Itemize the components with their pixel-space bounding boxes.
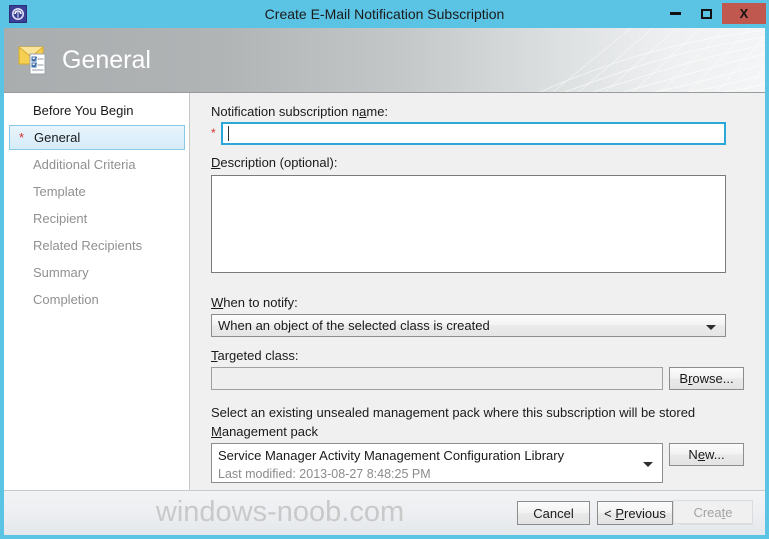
sidebar-item-recipient[interactable]: Recipient	[9, 206, 185, 231]
general-step-panel: Notification subscription name: * Descri…	[191, 93, 765, 490]
notification-name-label: Notification subscription name:	[211, 104, 389, 119]
management-pack-value: Service Manager Activity Management Conf…	[218, 448, 565, 463]
banner-mesh-decoration	[539, 28, 765, 92]
sidebar-item-general[interactable]: * General	[9, 125, 185, 150]
sidebar-item-additional-criteria[interactable]: Additional Criteria	[9, 152, 185, 177]
page-title: General	[62, 46, 151, 74]
cancel-button[interactable]: Cancel	[517, 501, 590, 525]
sidebar-item-related-recipients[interactable]: Related Recipients	[9, 233, 185, 258]
sidebar-item-summary[interactable]: Summary	[9, 260, 185, 285]
sidebar-item-label: Summary	[33, 265, 89, 280]
targeted-class-input[interactable]	[211, 367, 663, 390]
minimize-button[interactable]	[660, 3, 691, 24]
management-pack-dropdown[interactable]: Service Manager Activity Management Conf…	[211, 443, 663, 483]
create-button[interactable]: Create	[673, 500, 753, 524]
when-to-notify-label: When to notify:	[211, 295, 298, 310]
sidebar-item-label: Completion	[33, 292, 99, 307]
previous-button[interactable]: < Previous	[597, 501, 673, 525]
sidebar-item-label: Related Recipients	[33, 238, 143, 253]
sidebar-item-completion[interactable]: Completion	[9, 287, 185, 312]
wizard-steps-sidebar: Before You Begin * General Additional Cri…	[4, 93, 190, 490]
window-controls: X	[660, 3, 766, 24]
minimize-icon	[670, 12, 681, 15]
maximize-icon	[701, 8, 712, 19]
description-label: Description (optional):	[211, 155, 338, 170]
name-required-asterisk-icon: *	[211, 126, 216, 140]
close-button[interactable]: X	[722, 3, 766, 24]
sidebar-item-template[interactable]: Template	[9, 179, 185, 204]
new-management-pack-button[interactable]: New...	[669, 443, 744, 466]
required-asterisk-icon: *	[19, 130, 25, 145]
sidebar-item-before-you-begin[interactable]: Before You Begin	[9, 98, 185, 123]
targeted-class-label: Targeted class:	[211, 348, 299, 363]
sidebar-item-label: Additional Criteria	[33, 157, 136, 172]
when-to-notify-value: When an object of the selected class is …	[218, 318, 490, 333]
text-cursor	[228, 126, 229, 141]
sidebar-item-label: Recipient	[33, 211, 88, 226]
chevron-down-icon	[706, 325, 716, 330]
dialog-body: Before You Begin * General Additional Cri…	[4, 93, 765, 497]
title-bar: Create E-Mail Notification Subscription …	[0, 0, 769, 28]
dialog-footer: Cancel < Previous Next >	[4, 490, 765, 535]
browse-button[interactable]: Browse...	[669, 367, 744, 390]
sidebar-item-label: Template	[33, 184, 86, 199]
dialog-window: Create E-Mail Notification Subscription …	[0, 0, 769, 539]
window-title: Create E-Mail Notification Subscription	[264, 6, 505, 22]
when-to-notify-dropdown[interactable]: When an object of the selected class is …	[211, 314, 726, 337]
notification-name-input[interactable]	[221, 122, 726, 145]
description-textarea[interactable]	[211, 175, 726, 273]
management-pack-hint: Select an existing unsealed management p…	[211, 405, 696, 420]
email-checklist-icon	[18, 42, 54, 78]
sidebar-item-label: Before You Begin	[33, 103, 134, 118]
management-pack-last-modified: Last modified: 2013-08-27 8:48:25 PM	[218, 467, 431, 481]
sidebar-item-label: General	[34, 130, 81, 145]
management-pack-label: Management pack	[211, 424, 318, 439]
chevron-down-icon	[643, 462, 653, 467]
header-banner: General	[4, 28, 765, 92]
maximize-button[interactable]	[691, 3, 722, 24]
